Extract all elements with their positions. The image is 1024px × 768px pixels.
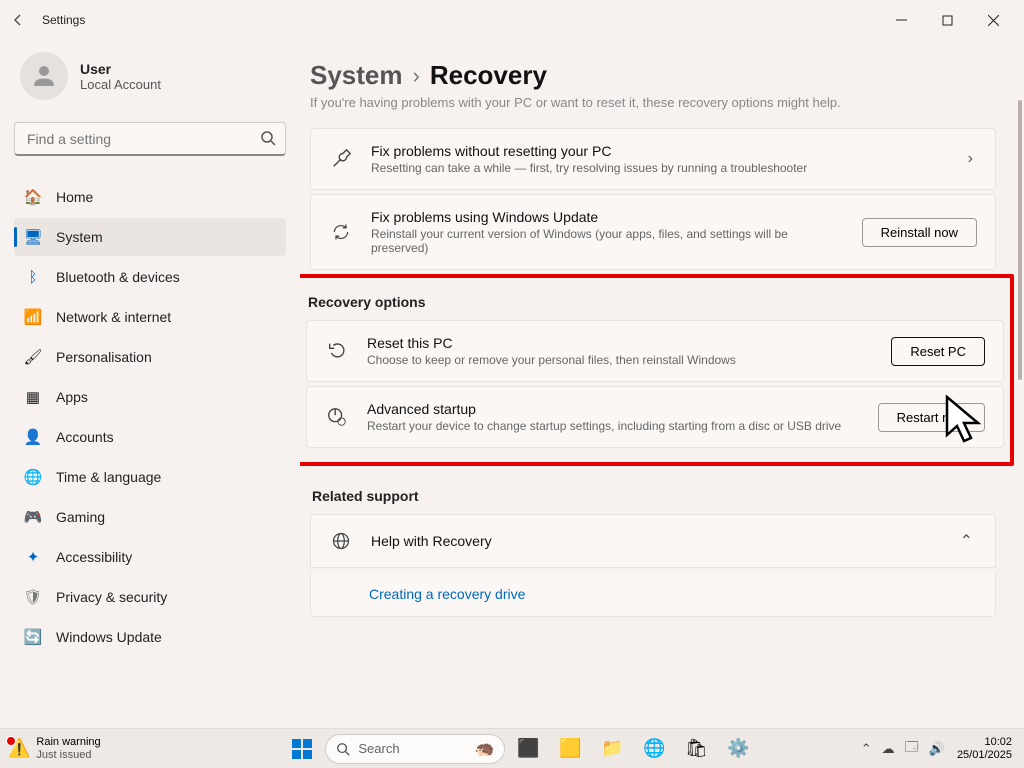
breadcrumb-current: Recovery [430, 60, 547, 91]
chevron-right-icon: › [964, 150, 977, 168]
restart-now-button[interactable]: Restart now [878, 403, 985, 432]
nav-windows-update[interactable]: 🔄Windows Update [14, 618, 286, 656]
card-help-recovery[interactable]: Help with Recovery ⌃ [310, 514, 996, 568]
clock-icon: 🌐 [24, 468, 42, 486]
close-button[interactable] [970, 4, 1016, 36]
accessibility-icon: ✦ [24, 548, 42, 566]
nav-system[interactable]: 🖥System [14, 218, 286, 256]
user-block[interactable]: User Local Account [14, 52, 286, 100]
nav-list: 🏠Home 🖥System ᛒBluetooth & devices 📶Netw… [14, 178, 286, 656]
nav-bluetooth[interactable]: ᛒBluetooth & devices [14, 258, 286, 296]
taskbar-edge[interactable]: 🌐 [635, 730, 673, 768]
reset-pc-button[interactable]: Reset PC [891, 337, 985, 366]
card-fix-update: Fix problems using Windows Update Reinst… [310, 194, 996, 270]
wifi-icon: 📶 [24, 308, 42, 326]
volume-icon[interactable]: 🔊 [929, 741, 945, 757]
avatar [20, 52, 68, 100]
shield-icon: 🛡 [24, 588, 42, 606]
card-advanced-startup: Advanced startup Restart your device to … [306, 386, 1004, 448]
taskbar-explorer[interactable]: 📁 [593, 730, 631, 768]
reinstall-now-button[interactable]: Reinstall now [862, 218, 977, 247]
nav-gaming[interactable]: 🎮Gaming [14, 498, 286, 536]
taskbar-app[interactable]: 🟨 [551, 730, 589, 768]
search-input[interactable] [14, 122, 286, 156]
nav-apps[interactable]: ▦Apps [14, 378, 286, 416]
nav-home[interactable]: 🏠Home [14, 178, 286, 216]
back-button[interactable] [8, 10, 28, 30]
card-reset-pc: Reset this PC Choose to keep or remove y… [306, 320, 1004, 382]
card-fix-problems[interactable]: Fix problems without resetting your PC R… [310, 128, 996, 190]
highlight-annotation: Recovery options Reset this PC Choose to… [300, 274, 1014, 466]
taskbar-search[interactable]: Search 🦔 [325, 734, 505, 764]
taskbar-clock[interactable]: 10:02 25/01/2025 [957, 736, 1012, 762]
minimize-button[interactable] [878, 4, 924, 36]
battery-icon[interactable]: 🗔 [905, 738, 919, 760]
user-icon: 👤 [24, 428, 42, 446]
brush-icon: 🖌 [24, 348, 42, 366]
update-icon: 🔄 [24, 628, 42, 646]
maximize-button[interactable] [924, 4, 970, 36]
user-account-type: Local Account [80, 77, 161, 92]
chevron-right-icon: › [413, 63, 420, 89]
globe-icon [329, 529, 353, 553]
home-icon: 🏠 [24, 188, 42, 206]
breadcrumb-root[interactable]: System [310, 60, 403, 91]
wrench-icon [329, 147, 353, 171]
taskbar: ⚠️ Rain warning Just issued Search 🦔 ⬛ 🟨… [0, 728, 1024, 768]
onedrive-icon[interactable]: ☁ [882, 741, 895, 757]
page-subtitle: If you're having problems with your PC o… [310, 95, 996, 110]
breadcrumb: System › Recovery [310, 60, 996, 91]
nav-personalisation[interactable]: 🖌Personalisation [14, 338, 286, 376]
section-recovery-options: Recovery options [308, 294, 1004, 310]
refresh-icon [329, 220, 353, 244]
weather-warning-icon: ⚠️ [8, 738, 30, 759]
scrollbar[interactable] [1014, 40, 1022, 728]
user-name: User [80, 61, 161, 77]
start-button[interactable] [283, 730, 321, 768]
taskbar-store[interactable]: 🛍 [677, 730, 715, 768]
nav-privacy[interactable]: 🛡Privacy & security [14, 578, 286, 616]
nav-time-language[interactable]: 🌐Time & language [14, 458, 286, 496]
system-icon: 🖥 [24, 228, 42, 246]
section-related-support: Related support [312, 488, 996, 504]
nav-network[interactable]: 📶Network & internet [14, 298, 286, 336]
main-content: System › Recovery If you're having probl… [300, 40, 1024, 728]
window-title: Settings [42, 13, 85, 27]
bluetooth-icon: ᛒ [24, 268, 42, 286]
tray-chevron-icon[interactable]: ⌃ [861, 741, 872, 757]
gaming-icon: 🎮 [24, 508, 42, 526]
apps-icon: ▦ [24, 388, 42, 406]
power-gear-icon [325, 405, 349, 429]
sidebar: User Local Account 🏠Home 🖥System ᛒBlueto… [0, 40, 300, 728]
nav-accessibility[interactable]: ✦Accessibility [14, 538, 286, 576]
nav-accounts[interactable]: 👤Accounts [14, 418, 286, 456]
taskbar-weather[interactable]: ⚠️ Rain warning Just issued [0, 736, 180, 762]
reset-icon [325, 339, 349, 363]
link-recovery-drive[interactable]: Creating a recovery drive [310, 572, 996, 617]
task-view-button[interactable]: ⬛ [509, 730, 547, 768]
search-icon [260, 130, 276, 151]
system-tray[interactable]: ⌃ ☁ 🗔 🔊 [861, 738, 945, 760]
chevron-up-icon: ⌃ [956, 531, 977, 551]
taskbar-settings[interactable]: ⚙️ [719, 730, 757, 768]
